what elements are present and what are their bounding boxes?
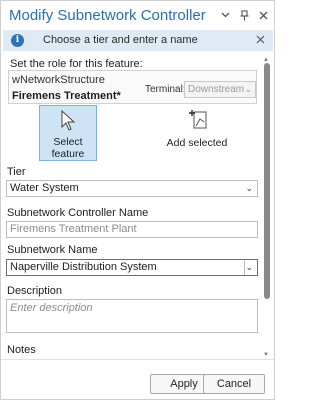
role-heading: Set the role for this feature: (10, 58, 143, 70)
pane-title: Modify Subnetwork Controller (9, 7, 206, 24)
banner-close-icon[interactable] (256, 33, 265, 47)
terminal-label: Terminal: (145, 84, 186, 95)
controller-name-input[interactable]: Firemens Treatment Plant (6, 221, 258, 238)
controller-name-label: Subnetwork Controller Name (7, 207, 149, 219)
info-banner: i Choose a tier and enter a name (3, 30, 273, 51)
terminal-value: Downstream (188, 84, 245, 95)
info-icon: i (11, 34, 24, 47)
terminal-select[interactable]: Downstream ⌄ (184, 81, 256, 98)
banner-message: Choose a tier and enter a name (43, 34, 198, 46)
close-icon[interactable] (258, 10, 268, 20)
description-label: Description (7, 285, 63, 297)
feature-name: Firemens Treatment* (12, 90, 121, 102)
title-bar: Modify Subnetwork Controller (1, 1, 274, 31)
description-textarea[interactable]: Enter description (6, 299, 258, 333)
title-bar-icons (220, 9, 268, 20)
select-feature-button[interactable]: Select feature (39, 105, 97, 161)
description-placeholder: Enter description (10, 302, 93, 314)
tier-value: Water System (10, 182, 79, 194)
cancel-button[interactable]: Cancel (203, 374, 265, 394)
subnetwork-name-label: Subnetwork Name (7, 244, 98, 256)
network-structure-name: wNetworkStructure (12, 74, 105, 86)
chevron-down-icon[interactable] (220, 10, 230, 20)
add-selected-icon (189, 110, 207, 129)
scroll-down-icon[interactable]: ▼ (263, 352, 269, 358)
footer-bar: Apply Cancel (1, 359, 274, 399)
feature-role-box: wNetworkStructure Firemens Treatment* Te… (8, 70, 257, 104)
add-selected-label: Add selected (166, 137, 228, 149)
chevron-down-icon: ⌄ (244, 84, 252, 94)
chevron-down-icon: ⌄ (245, 183, 253, 193)
pin-icon[interactable] (239, 9, 249, 20)
tier-select[interactable]: Water System ⌄ (6, 180, 258, 197)
chevron-down-icon: ⌄ (245, 262, 253, 272)
subnetwork-name-select[interactable]: Naperville Distribution System ⌄ (6, 259, 258, 276)
tier-label: Tier (7, 166, 26, 178)
subnetwork-name-value: Naperville Distribution System (10, 261, 157, 273)
notes-label: Notes (7, 344, 36, 356)
modify-subnetwork-controller-pane: Modify Subnetwork Controller i Choose a … (0, 0, 275, 400)
vertical-scrollbar-thumb[interactable] (264, 63, 270, 299)
controller-name-placeholder: Firemens Treatment Plant (10, 223, 137, 235)
add-selected-button[interactable]: Add selected (161, 105, 233, 151)
cursor-arrow-icon (61, 110, 76, 131)
select-feature-label: Select feature (51, 136, 85, 160)
